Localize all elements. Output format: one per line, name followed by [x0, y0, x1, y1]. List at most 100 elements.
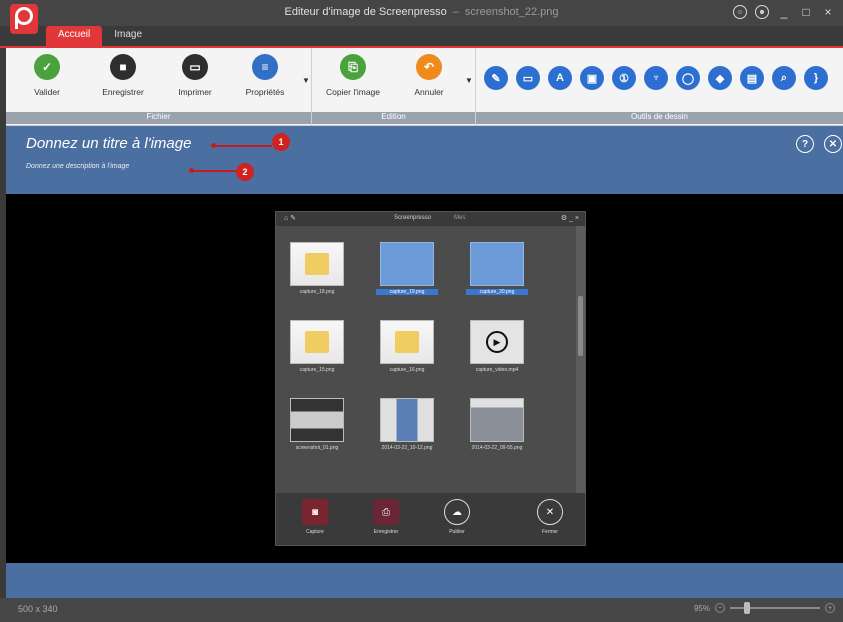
ribbon: ✓ Valider ■ Enregistrer ▭ Imprimer ≡ Pro…: [6, 48, 843, 126]
group-file: ✓ Valider ■ Enregistrer ▭ Imprimer ≡ Pro…: [6, 48, 312, 126]
group-label-file: Fichier: [6, 112, 311, 124]
check-icon: ✓: [34, 54, 60, 80]
window-title: Editeur d'image de Screenpresso – screensh…: [0, 6, 843, 18]
callout-dot-1: [211, 143, 216, 148]
image-dimensions: 500 x 340: [18, 604, 58, 614]
label-tool-icon[interactable]: ▣: [580, 66, 604, 90]
chevron-down-icon[interactable]: ▼: [302, 76, 310, 85]
minimize-button[interactable]: _: [777, 5, 791, 19]
inner-home-icon: ⌂ ✎: [284, 215, 297, 222]
undo-label: Annuler: [414, 87, 444, 97]
group-label-edit: Edition: [312, 112, 475, 124]
chevron-down-icon[interactable]: ▼: [465, 76, 473, 85]
zoom-slider-handle[interactable]: [744, 602, 750, 614]
footer-band: [6, 563, 843, 598]
inner-action-bar: ◙ Capture ⎙ Enregistrer ☁ Publier ✕ Ferm…: [276, 493, 585, 545]
group-label-drawing-tools: Outils de dessin: [476, 112, 843, 124]
tab-accueil[interactable]: Accueil: [46, 26, 103, 46]
properties-button[interactable]: ≡ Propriétés: [234, 54, 296, 97]
screenpresso-logo-icon[interactable]: [10, 4, 38, 34]
list-item: capture_16.png: [376, 320, 438, 373]
printer-icon: ▭: [182, 54, 208, 80]
feedback-icon[interactable]: ☺: [733, 5, 747, 19]
undo-icon: ↶: [416, 54, 442, 80]
save-file-icon: ⎙: [373, 499, 399, 525]
close-window-button[interactable]: ×: [821, 5, 835, 19]
list-item: ▶ capture_video.mp4: [466, 320, 528, 373]
settings-icon[interactable]: ☻: [755, 5, 769, 19]
inner-save-button: ⎙ Enregistrer: [361, 499, 411, 535]
ellipse-tool-icon[interactable]: ◯: [676, 66, 700, 90]
play-icon: ▶: [486, 331, 508, 353]
editor-window: Editeur d'image de Screenpresso – screensh…: [0, 0, 843, 622]
inner-file-grid: capture_18.png capture_19.png capture_20…: [276, 226, 576, 494]
ribbon-tabs: Accueil Image: [46, 26, 154, 46]
highlight-tool-icon[interactable]: ♆: [644, 66, 668, 90]
callout-line-1: [214, 145, 272, 147]
callout-dot-2: [189, 168, 194, 173]
cloud-icon: ☁: [444, 499, 470, 525]
title-bar: Editeur d'image de Screenpresso – screensh…: [0, 0, 843, 26]
camera-icon: ◙: [302, 499, 328, 525]
callout-badge-1: 1: [272, 133, 290, 151]
list-item: 2014-03-22_10-12.png: [376, 398, 438, 451]
inner-scrollbar: [576, 226, 585, 494]
magnifier-tool-icon[interactable]: ⌕: [772, 66, 796, 90]
inner-close-button: ✕ Fermer: [525, 499, 575, 535]
save-label: Enregistrer: [102, 87, 144, 97]
numbering-tool-icon[interactable]: ①: [612, 66, 636, 90]
save-icon: ■: [110, 54, 136, 80]
brace-tool-icon[interactable]: }: [804, 66, 828, 90]
group-edit: ⎘ Copier l'image ↶ Annuler ▼ Edition: [312, 48, 476, 126]
edited-screenshot: ⌂ ✎ Screenpresso Mes ⚙ _ × capture_18.pn…: [275, 211, 586, 546]
image-description-field[interactable]: Donnez une description à l'image: [26, 163, 129, 170]
inner-publish-button: ☁ Publier: [432, 499, 482, 535]
rectangle-tool-icon[interactable]: ▭: [516, 66, 540, 90]
file-name: screenshot_22.png: [464, 6, 559, 18]
pen-tool-icon[interactable]: ✎: [484, 66, 508, 90]
list-item: 2014-03-22_09-55.png: [466, 398, 528, 451]
inner-window-icons: ⚙ _ ×: [560, 215, 579, 222]
list-item: capture_19.png: [376, 242, 438, 295]
blur-tool-icon[interactable]: ◆: [708, 66, 732, 90]
zoom-in-button[interactable]: +: [825, 603, 835, 613]
text-tool-icon[interactable]: A: [548, 66, 572, 90]
callout-line-2: [192, 170, 238, 172]
window-controls: ☺ ☻ _ □ ×: [733, 5, 835, 19]
print-label: Imprimer: [178, 87, 212, 97]
zoom-slider[interactable]: [730, 602, 820, 614]
inner-capture-button: ◙ Capture: [290, 499, 340, 535]
copy-image-button[interactable]: ⎘ Copier l'image: [322, 54, 384, 97]
help-icon[interactable]: ?: [796, 135, 814, 153]
tab-image[interactable]: Image: [102, 26, 154, 46]
app-title: Editeur d'image de Screenpresso: [284, 6, 447, 18]
validate-label: Valider: [34, 87, 60, 97]
save-button[interactable]: ■ Enregistrer: [92, 54, 154, 97]
status-bar: 500 x 340 95% − +: [0, 598, 843, 622]
undo-button[interactable]: ↶ Annuler: [398, 54, 460, 97]
zoom-level: 95%: [693, 603, 710, 613]
copy-image-label: Copier l'image: [325, 87, 381, 97]
list-item: capture_20.png: [466, 242, 528, 295]
inner-subtitle: Mes: [454, 215, 466, 221]
inner-title: Screenpresso: [394, 215, 432, 221]
properties-icon: ≡: [252, 54, 278, 80]
image-canvas[interactable]: ⌂ ✎ Screenpresso Mes ⚙ _ × capture_18.pn…: [6, 194, 843, 563]
copy-icon: ⎘: [340, 54, 366, 80]
callout-badge-2: 2: [236, 163, 254, 181]
close-icon: ✕: [537, 499, 563, 525]
crop-tool-icon[interactable]: ▤: [740, 66, 764, 90]
zoom-out-button[interactable]: −: [715, 603, 725, 613]
title-separator: –: [452, 6, 459, 18]
zoom-control: 95% − +: [693, 602, 835, 614]
image-title-field[interactable]: Donnez un titre à l'image: [26, 135, 191, 152]
group-drawing-tools: ✎ ▭ A ▣ ① ♆ ◯ ◆ ▤ ⌕ } Outils de dessin: [476, 48, 843, 126]
print-button[interactable]: ▭ Imprimer: [164, 54, 226, 97]
list-item: capture_15.png: [286, 320, 348, 373]
image-info-panel: Donnez un titre à l'image Donnez une des…: [6, 126, 843, 194]
close-panel-icon[interactable]: ✕: [824, 135, 842, 153]
list-item: screenshot_01.png: [286, 398, 348, 451]
validate-button[interactable]: ✓ Valider: [16, 54, 78, 97]
maximize-button[interactable]: □: [799, 5, 813, 19]
inner-title-bar: ⌂ ✎ Screenpresso Mes ⚙ _ ×: [276, 212, 585, 226]
